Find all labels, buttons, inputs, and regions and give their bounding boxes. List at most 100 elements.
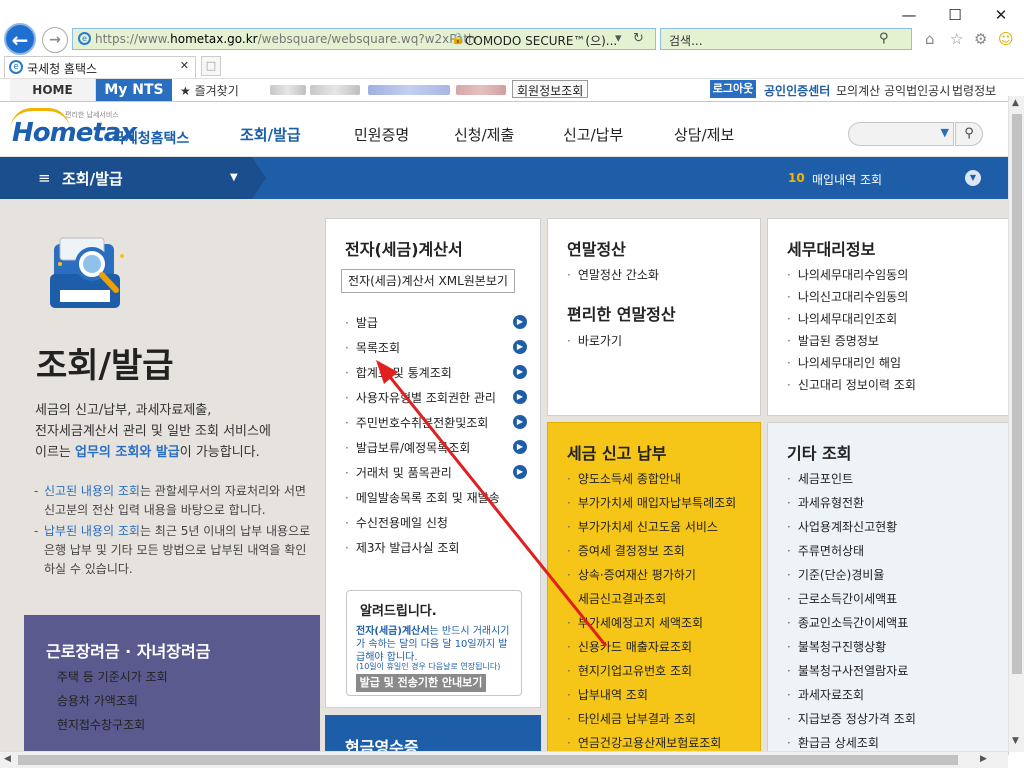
einvoice-menu-item[interactable]: 제3자 발급사실 조회 (345, 539, 460, 556)
gnb-report[interactable]: 신고/납부 (563, 124, 623, 145)
scroll-thumb[interactable] (18, 755, 958, 765)
scroll-left-icon[interactable]: ◀ (4, 754, 11, 764)
chevron-right-icon[interactable]: ▶ (513, 440, 527, 454)
einvoice-menu-item[interactable]: 사용자유형별 조회권한 관리 (345, 389, 496, 406)
taxpay-menu-item[interactable]: 타인세금 납부결과 조회 (567, 710, 696, 727)
gnb-inquiry[interactable]: 조회/발급 (240, 124, 301, 145)
chevron-right-icon[interactable]: ▶ (513, 315, 527, 329)
yearend-shortcut-link[interactable]: 바로가기 (567, 332, 622, 349)
tab-close-icon[interactable]: ✕ (180, 59, 189, 72)
refresh-icon[interactable]: ↻ (633, 31, 644, 46)
etc-menu-item[interactable]: 과세유형전환 (787, 494, 864, 511)
promo-item[interactable]: 승용차 가액조회 (46, 692, 138, 709)
address-bar[interactable]: e https://www.hometax.go.kr/websquare/we… (72, 28, 656, 50)
promo-item[interactable]: 주택 등 기준시가 조회 (46, 668, 168, 685)
logout-button[interactable]: 로그아웃 (710, 80, 756, 98)
member-info-button[interactable]: 회원정보조회 (512, 80, 589, 98)
etc-menu-item[interactable]: 근로소득간이세액표 (787, 590, 897, 607)
taxpay-menu-item[interactable]: 부가가치세 신고도움 서비스 (567, 518, 718, 535)
einvoice-menu-item[interactable]: 발급 (345, 314, 378, 331)
taxpay-menu-item[interactable]: 연금건강고용산재보험료조회 (567, 734, 722, 751)
dropdown-icon[interactable]: ▾ (615, 31, 622, 46)
chevron-right-icon[interactable]: ▶ (513, 390, 527, 404)
smiley-icon[interactable]: ☺ (998, 30, 1014, 48)
etc-menu-item[interactable]: 종교인소득간이세액표 (787, 614, 908, 631)
taxpay-menu-item[interactable]: 양도소득세 종합안내 (567, 470, 681, 487)
taxpay-menu-item[interactable]: 세금신고결과조회 (567, 590, 666, 607)
einvoice-menu-item[interactable]: 목록조회 (345, 339, 400, 356)
back-arrow-icon[interactable]: ← (4, 23, 36, 55)
scroll-up-icon[interactable]: ▲ (1012, 98, 1019, 108)
mock-calc-link[interactable]: 모의계산 (836, 82, 880, 99)
hamburger-icon[interactable]: ≡ (38, 169, 51, 187)
etc-menu-item[interactable]: 세금포인트 (787, 470, 853, 487)
minimize-icon[interactable]: — (894, 6, 924, 24)
chevron-right-icon[interactable]: ▶ (513, 465, 527, 479)
maximize-icon[interactable]: ☐ (940, 6, 970, 24)
einvoice-menu-item[interactable]: 합계표 및 통계조회 (345, 364, 452, 381)
new-tab-icon[interactable]: □ (201, 56, 221, 76)
etc-menu-item[interactable]: 사업용계좌신고현황 (787, 518, 897, 535)
agent-menu-item[interactable]: 발급된 증명정보 (787, 332, 879, 349)
etc-menu-item[interactable]: 불복청구사전열람자료 (787, 662, 908, 679)
etc-menu-item[interactable]: 과세자료조회 (787, 686, 864, 703)
hometax-logo[interactable]: 편리한 납세서비스 Hometax 국세청홈택스 (10, 108, 192, 152)
lock-icon[interactable]: 🔒 (451, 32, 465, 45)
chevron-right-icon[interactable]: ▶ (513, 365, 527, 379)
favorites-button[interactable]: ★ 즐겨찾기 (180, 82, 239, 99)
scroll-thumb[interactable] (1012, 114, 1022, 674)
agent-menu-item[interactable]: 나의세무대리인 해임 (787, 354, 901, 371)
site-search-input[interactable]: ▼ (848, 122, 954, 146)
taxpay-menu-item[interactable]: 증여세 결정정보 조회 (567, 542, 685, 559)
taxpay-menu-item[interactable]: 신용카드 매출자료조회 (567, 638, 692, 655)
etc-menu-item[interactable]: 기준(단순)경비율 (787, 566, 885, 583)
taxpay-menu-item[interactable]: 부가세예정고지 세액조회 (567, 614, 703, 631)
browser-search-box[interactable]: 검색... ⚲ (660, 28, 912, 50)
taxpay-menu-item[interactable]: 납부내역 조회 (567, 686, 648, 703)
scroll-right-icon[interactable]: ▶ (980, 754, 987, 764)
vertical-scrollbar[interactable]: ▲ ▼ (1008, 96, 1024, 752)
agent-menu-item[interactable]: 나의신고대리수임동의 (787, 288, 908, 305)
home-icon[interactable]: ⌂ (925, 30, 935, 48)
browser-tab[interactable]: e 국세청 홈택스 ✕ (4, 56, 196, 78)
promo-title[interactable]: 근로장려금 · 자녀장려금 (46, 638, 210, 662)
star-icon[interactable]: ☆ (950, 30, 963, 48)
search-icon[interactable]: ⚲ (879, 31, 889, 46)
certificate-label[interactable]: COMODO SECURE™(으)... (465, 32, 617, 49)
chevron-down-icon[interactable]: ▼ (230, 172, 238, 183)
taxpay-menu-item[interactable]: 상속·증여재산 평가하기 (567, 566, 696, 583)
gnb-certificate[interactable]: 민원증명 (354, 124, 409, 145)
chevron-right-icon[interactable]: ▶ (513, 415, 527, 429)
agent-menu-item[interactable]: 신고대리 정보이력 조회 (787, 376, 916, 393)
cert-center-link[interactable]: 공인인증센터 (764, 82, 830, 99)
taxpay-menu-item[interactable]: 부가가치세 매입자납부특례조회 (567, 494, 736, 511)
einvoice-menu-item[interactable]: 발급보류/예정목록조회 (345, 439, 470, 456)
etc-menu-item[interactable]: 불복청구진행상황 (787, 638, 886, 655)
deadline-guide-button[interactable]: 발급 및 전송기한 안내보기 (356, 674, 486, 692)
gear-icon[interactable]: ⚙ (974, 30, 987, 48)
public-corp-link[interactable]: 공익법인공시 (884, 82, 950, 99)
search-icon[interactable]: ⚲ (955, 122, 983, 146)
agent-menu-item[interactable]: 나의세무대리인조회 (787, 310, 897, 327)
current-menu-title[interactable]: 조회/발급 (62, 168, 123, 189)
gnb-consult[interactable]: 상담/제보 (674, 124, 734, 145)
etc-menu-item[interactable]: 주류면허상태 (787, 542, 864, 559)
gnb-apply[interactable]: 신청/제출 (454, 124, 514, 145)
chevron-right-icon[interactable]: ▶ (513, 340, 527, 354)
home-button[interactable]: HOME (10, 79, 96, 101)
close-icon[interactable]: ✕ (986, 6, 1016, 24)
mynts-button[interactable]: My NTS (96, 79, 172, 101)
forward-arrow-icon[interactable]: → (42, 27, 68, 53)
einvoice-menu-item[interactable]: 거래처 및 품목관리 (345, 464, 452, 481)
horizontal-scrollbar[interactable]: ◀ ▶ (0, 751, 1008, 768)
xml-view-button[interactable]: 전자(세금)계산서 XML원본보기 (341, 269, 515, 293)
yearend-simplified-link[interactable]: 연말정산 간소화 (567, 266, 659, 283)
chevron-down-icon[interactable]: ▼ (941, 126, 949, 139)
einvoice-menu-item[interactable]: 수신전용메일 신청 (345, 514, 448, 531)
einvoice-menu-item[interactable]: 주민번호수취분전환및조회 (345, 414, 488, 431)
etc-menu-item[interactable]: 환급금 상세조회 (787, 734, 879, 751)
agent-menu-item[interactable]: 나의세무대리수임동의 (787, 266, 908, 283)
promo-item[interactable]: 현지접수창구조회 (46, 716, 145, 733)
scroll-down-icon[interactable]: ▼ (1012, 736, 1019, 746)
chevron-down-icon[interactable]: ▼ (965, 170, 981, 186)
